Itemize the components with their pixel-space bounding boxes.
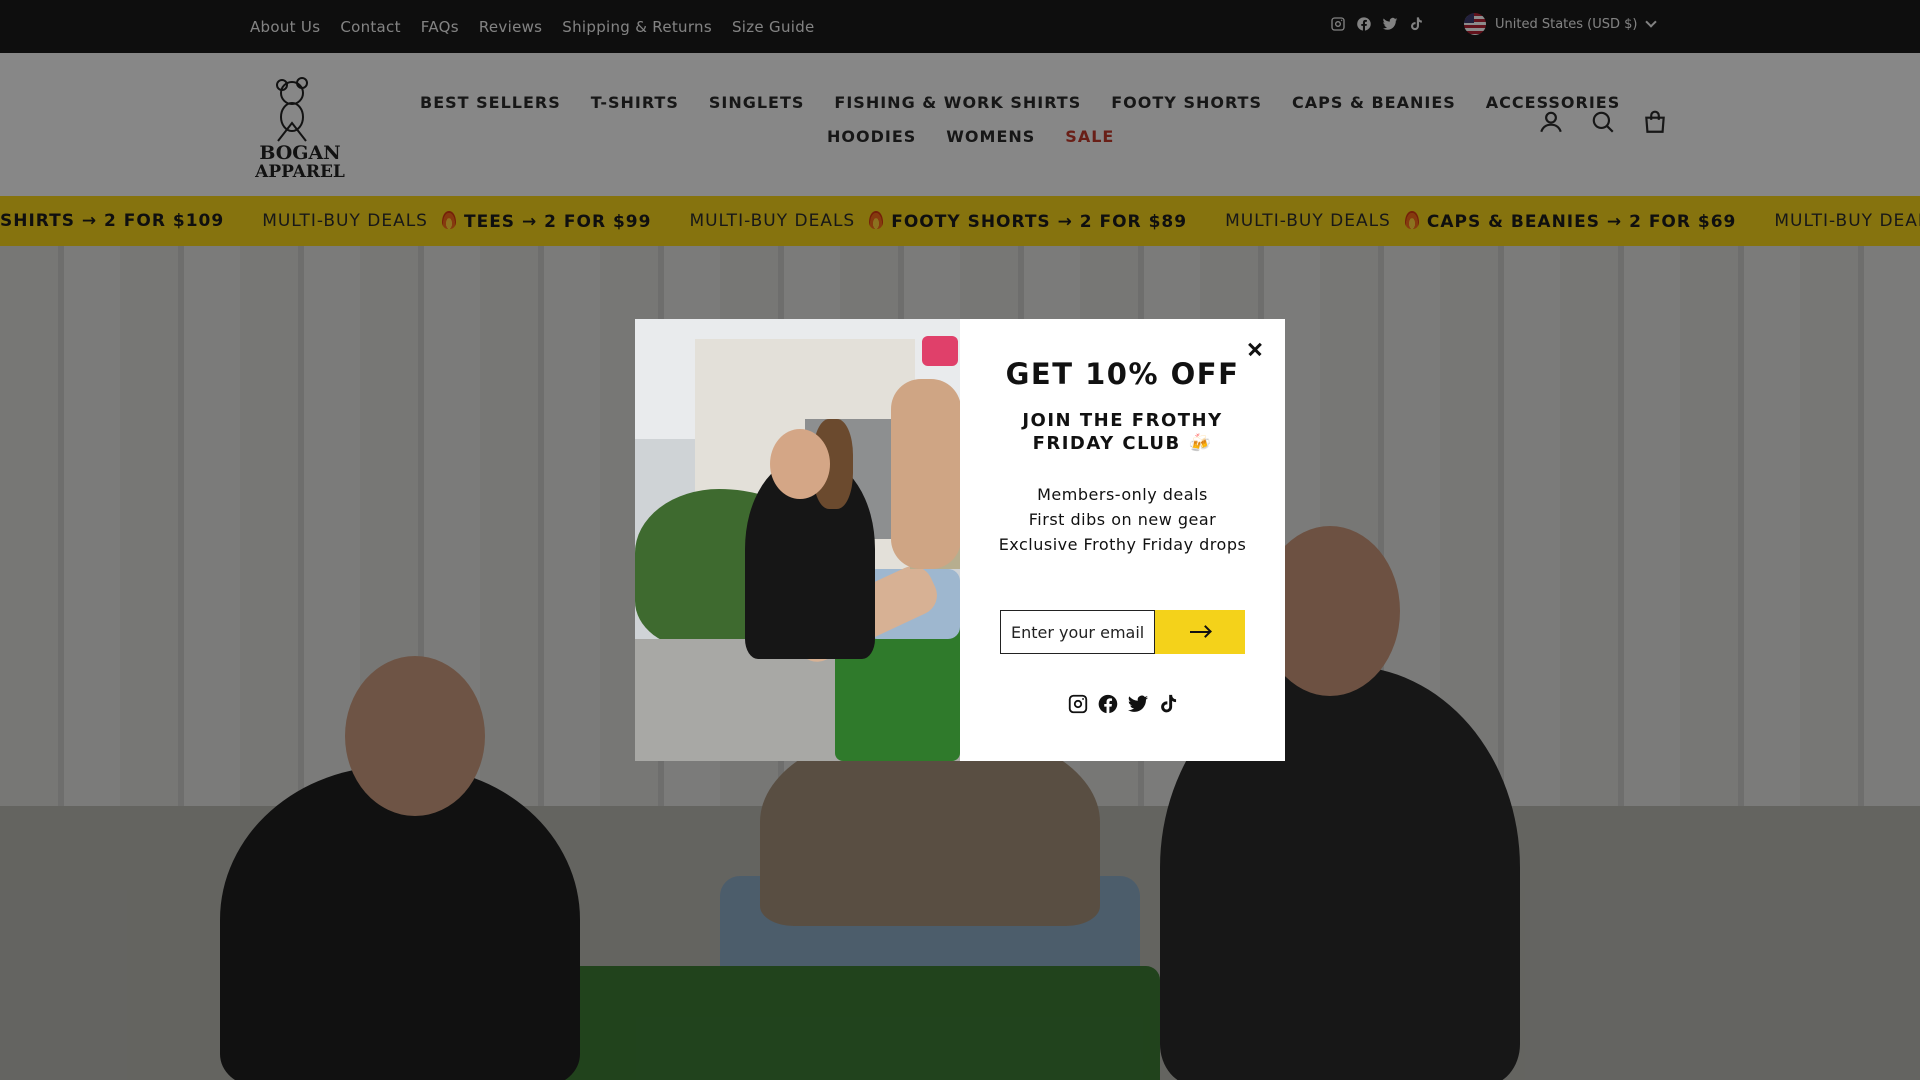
popup-image [635, 319, 960, 761]
facebook-icon[interactable] [1097, 693, 1119, 715]
benefit-item: First dibs on new gear [1028, 510, 1217, 529]
instagram-icon[interactable] [1067, 693, 1089, 715]
email-input[interactable] [1000, 610, 1155, 654]
tiktok-icon[interactable] [1157, 693, 1179, 715]
popup-social [960, 693, 1285, 715]
subscribe-button[interactable] [1155, 610, 1245, 654]
popup-benefits: Members-only deals First dibs on new gea… [990, 482, 1255, 557]
benefit-item: Members-only deals [1037, 485, 1208, 504]
popup-subtitle: JOIN THE FROTHY FRIDAY CLUB 🍻 [1022, 410, 1223, 454]
email-form [1000, 610, 1245, 654]
popup-title: GET 10% OFF [1005, 357, 1240, 391]
benefit-item: Exclusive Frothy Friday drops [998, 535, 1247, 554]
arrow-right-icon [1190, 631, 1210, 633]
twitter-icon[interactable] [1127, 693, 1149, 715]
popup-body: GET 10% OFF JOIN THE FROTHY FRIDAY CLUB … [960, 319, 1285, 761]
newsletter-popup: GET 10% OFF JOIN THE FROTHY FRIDAY CLUB … [635, 319, 1285, 761]
